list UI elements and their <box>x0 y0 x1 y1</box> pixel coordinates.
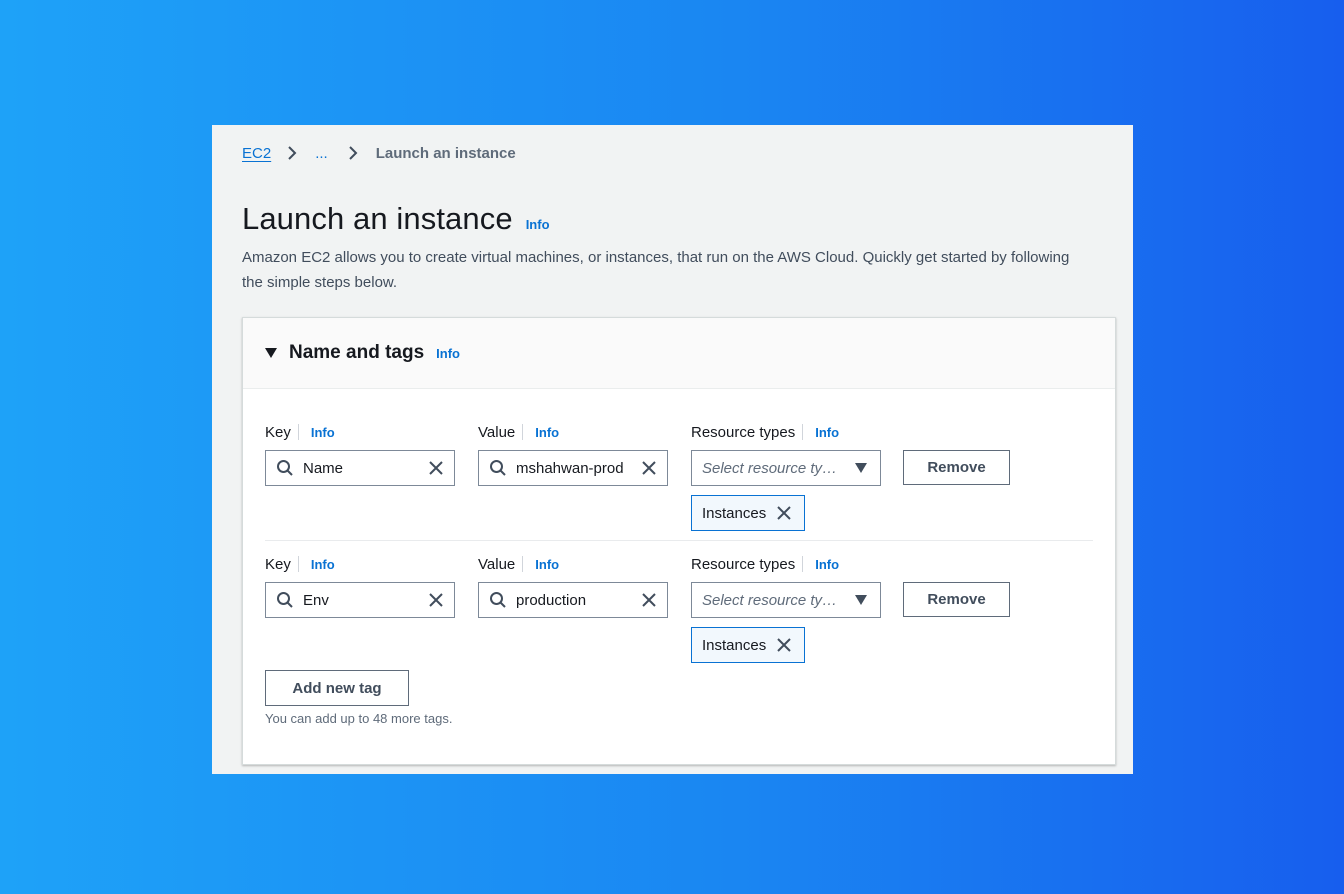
label-divider <box>297 424 299 440</box>
page-title: Launch an instance <box>242 201 513 236</box>
label-divider <box>802 424 804 440</box>
value-field: Value Info production <box>478 553 668 618</box>
resource-types-field: Resource types Info Select resource ty… … <box>691 553 881 663</box>
breadcrumb-ec2-link[interactable]: EC2 <box>242 145 271 162</box>
resource-types-placeholder: Select resource ty… <box>702 591 838 609</box>
key-value[interactable]: Env <box>303 592 428 609</box>
label-divider <box>522 424 524 440</box>
key-value[interactable]: Name <box>303 460 428 477</box>
tag-row: Key Info Env Value Info production Resou… <box>265 553 1093 663</box>
key-info-link[interactable]: Info <box>311 425 335 440</box>
resource-types-info-link[interactable]: Info <box>815 425 839 440</box>
token-label: Instances <box>702 504 767 522</box>
breadcrumb-current: Launch an instance <box>375 144 516 162</box>
value-value[interactable]: mshahwan-prod <box>516 460 641 477</box>
close-icon[interactable] <box>641 592 657 608</box>
section-info-link[interactable]: Info <box>436 346 460 361</box>
caret-down-icon[interactable] <box>265 348 277 358</box>
resource-token-instances: Instances <box>691 627 805 663</box>
search-icon <box>490 592 506 608</box>
value-info-link[interactable]: Info <box>535 557 559 572</box>
value-input[interactable]: mshahwan-prod <box>478 450 668 486</box>
label-divider <box>297 556 299 572</box>
key-input[interactable]: Name <box>265 450 455 486</box>
tag-row: Key Info Name Value Info mshahwan-prod R… <box>265 421 1093 541</box>
chevron-right-icon <box>288 146 297 160</box>
resource-types-select[interactable]: Select resource ty… <box>691 450 881 486</box>
key-label: Key <box>265 423 291 441</box>
resource-types-label: Resource types <box>691 555 796 573</box>
dropdown-icon[interactable] <box>855 463 867 473</box>
key-info-link[interactable]: Info <box>311 557 335 572</box>
label-divider <box>522 556 524 572</box>
tags-limit-hint: You can add up to 48 more tags. <box>265 711 453 726</box>
token-label: Instances <box>702 636 767 654</box>
resource-types-placeholder: Select resource ty… <box>702 459 838 477</box>
chevron-right-icon <box>348 146 358 160</box>
search-icon <box>490 460 506 476</box>
search-icon <box>277 592 293 608</box>
resource-types-field: Resource types Info Select resource ty… … <box>691 421 881 531</box>
page-description: Amazon EC2 allows you to create virtual … <box>242 249 1070 291</box>
page-info-link[interactable]: Info <box>526 217 550 232</box>
section-title: Name and tags <box>289 342 425 363</box>
key-field: Key Info Env <box>265 553 455 618</box>
name-and-tags-panel: Name and tags Info Key Info Name Value I… <box>242 317 1116 765</box>
key-label: Key <box>265 555 291 573</box>
add-new-tag-button[interactable]: Add new tag <box>265 670 409 706</box>
value-input[interactable]: production <box>478 582 668 618</box>
close-icon[interactable] <box>641 460 657 476</box>
resource-types-label: Resource types <box>691 423 796 441</box>
key-field: Key Info Name <box>265 421 455 486</box>
resource-types-select[interactable]: Select resource ty… <box>691 582 881 618</box>
page-header: Launch an instance Info <box>242 201 550 237</box>
value-info-link[interactable]: Info <box>535 425 559 440</box>
value-value[interactable]: production <box>516 592 641 609</box>
resource-token-instances: Instances <box>691 495 805 531</box>
close-icon[interactable] <box>776 637 792 653</box>
close-icon[interactable] <box>428 592 444 608</box>
section-header[interactable]: Name and tags Info <box>243 318 1115 389</box>
key-input[interactable]: Env <box>265 582 455 618</box>
value-field: Value Info mshahwan-prod <box>478 421 668 486</box>
breadcrumb: EC2 ... Launch an instance <box>242 144 516 162</box>
close-icon[interactable] <box>428 460 444 476</box>
value-label: Value <box>478 555 516 573</box>
close-icon[interactable] <box>776 505 792 521</box>
remove-tag-button[interactable]: Remove <box>903 582 1010 617</box>
value-label: Value <box>478 423 516 441</box>
search-icon <box>277 460 293 476</box>
breadcrumb-ellipsis-link[interactable]: ... <box>315 145 328 162</box>
remove-tag-button[interactable]: Remove <box>903 450 1010 485</box>
label-divider <box>802 556 804 572</box>
app-frame: EC2 ... Launch an instance Launch an ins… <box>212 125 1133 774</box>
dropdown-icon[interactable] <box>855 595 867 605</box>
resource-types-info-link[interactable]: Info <box>815 557 839 572</box>
